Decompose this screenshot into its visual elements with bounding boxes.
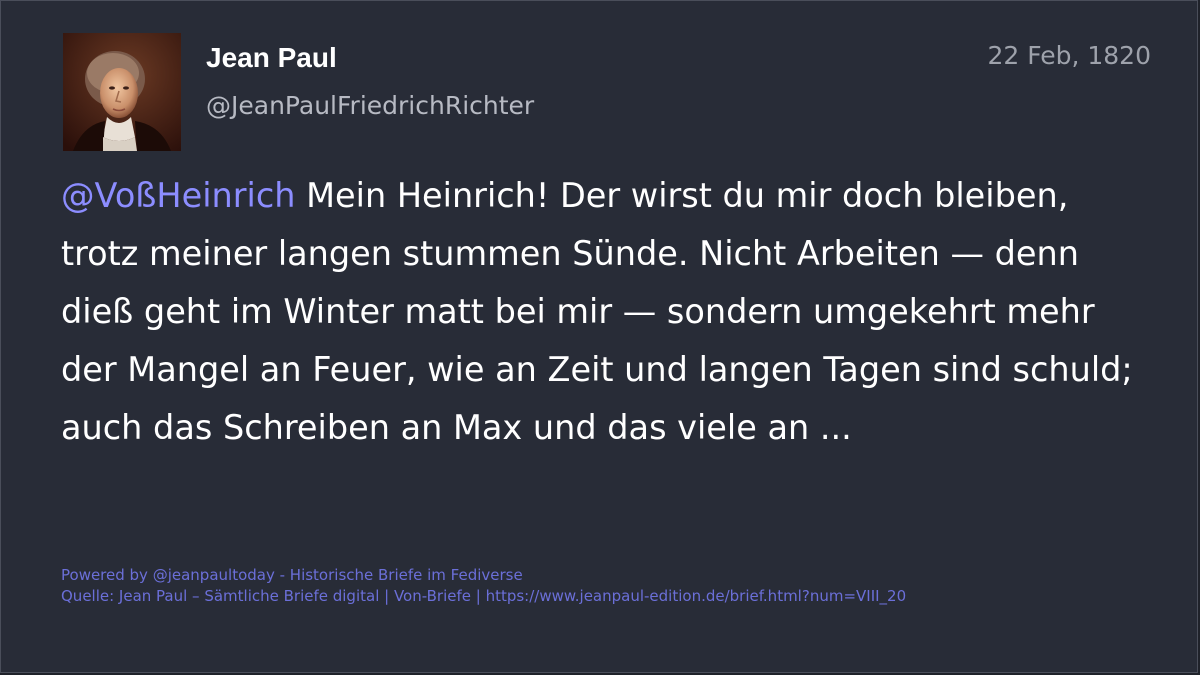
post-card: Jean Paul @JeanPaulFriedrichRichter 22 F… [0, 0, 1198, 673]
author-handle[interactable]: @JeanPaulFriedrichRichter [206, 89, 534, 123]
source-link[interactable]: Quelle: Jean Paul – Sämtliche Briefe dig… [61, 586, 906, 607]
mention-link[interactable]: @VoßHeinrich [61, 176, 295, 215]
post-date: 22 Feb, 1820 [987, 41, 1151, 70]
powered-by-link[interactable]: Powered by @jeanpaultoday - Historische … [61, 565, 906, 586]
author-display-name[interactable]: Jean Paul [206, 41, 337, 75]
portrait-icon [63, 33, 181, 151]
footer: Powered by @jeanpaultoday - Historische … [61, 565, 906, 607]
avatar[interactable] [63, 33, 181, 151]
post-text: @VoßHeinrich Mein Heinrich! Der wirst du… [61, 167, 1141, 457]
post-body: Mein Heinrich! Der wirst du mir doch ble… [61, 176, 1133, 447]
